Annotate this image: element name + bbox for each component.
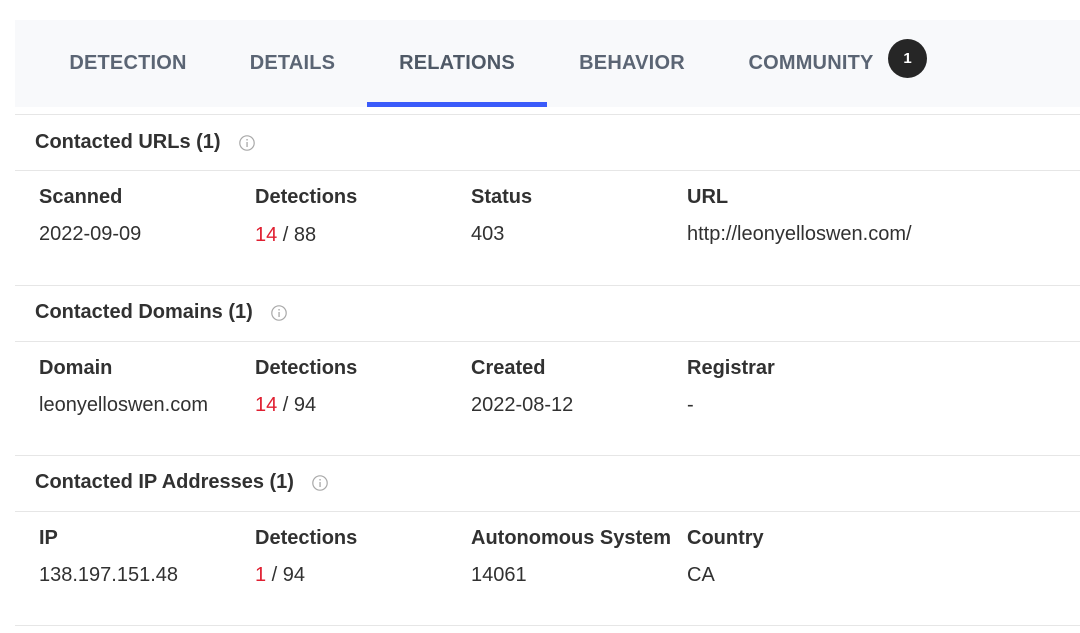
section-title-text: Contacted URLs (1) bbox=[35, 131, 221, 153]
divider bbox=[15, 170, 1080, 171]
info-icon[interactable] bbox=[271, 304, 287, 321]
detections-positive: 14 bbox=[255, 224, 278, 246]
divider bbox=[15, 625, 1080, 626]
country-value: CA bbox=[687, 564, 715, 586]
detections-total: 88 bbox=[293, 224, 317, 246]
info-icon[interactable] bbox=[312, 474, 328, 491]
divider bbox=[15, 455, 1080, 456]
section-title-text: Contacted Domains (1) bbox=[35, 301, 253, 323]
section-title-contacted-ip-addresses: Contacted IP Addresses (1) bbox=[35, 471, 328, 494]
detections-total: 94 bbox=[293, 394, 317, 416]
column-header-registrar: Registrar bbox=[687, 357, 775, 379]
column-header-domain: Domain bbox=[39, 357, 113, 379]
divider bbox=[15, 341, 1080, 342]
detections-positive: 1 bbox=[255, 564, 267, 586]
detections-ratio[interactable]: 14 / 88 bbox=[255, 224, 316, 247]
tab-detection[interactable]: DETECTION bbox=[48, 20, 208, 107]
detections-positive: 14 bbox=[255, 394, 278, 416]
detections-separator: / bbox=[277, 224, 294, 246]
column-header-scanned: Scanned bbox=[39, 186, 123, 208]
column-header-status: Status bbox=[471, 186, 533, 208]
url-link[interactable]: http://leonyelloswen.com/ bbox=[687, 223, 912, 246]
section-title-contacted-domains: Contacted Domains (1) bbox=[35, 301, 287, 324]
column-header-url: URL bbox=[687, 186, 729, 208]
column-header-created: Created bbox=[471, 357, 546, 379]
tab-community[interactable]: COMMUNITY bbox=[731, 20, 891, 107]
column-header-detections: Detections bbox=[255, 186, 358, 208]
created-date: 2022-08-12 bbox=[471, 394, 574, 416]
ip-address-link[interactable]: 138.197.151.48 bbox=[39, 564, 178, 587]
registrar-value: - bbox=[687, 394, 694, 416]
tab-details[interactable]: DETAILS bbox=[230, 20, 355, 107]
column-header-detections: Detections bbox=[255, 357, 358, 379]
detections-ratio[interactable]: 14 / 94 bbox=[255, 394, 316, 417]
status-code: 403 bbox=[471, 223, 505, 245]
divider bbox=[15, 114, 1080, 115]
tab-bar: DETECTION DETAILS RELATIONS BEHAVIOR COM… bbox=[15, 20, 1080, 107]
column-header-autonomous-system: Autonomous System bbox=[471, 527, 672, 549]
detections-ratio[interactable]: 1 / 94 bbox=[255, 564, 305, 587]
tab-relations[interactable]: RELATIONS bbox=[367, 20, 547, 107]
column-header-detections: Detections bbox=[255, 527, 358, 549]
divider bbox=[15, 285, 1080, 286]
detections-total: 94 bbox=[282, 564, 306, 586]
info-icon[interactable] bbox=[238, 134, 255, 151]
autonomous-system-value: 14061 bbox=[471, 564, 527, 586]
detections-separator: / bbox=[266, 564, 283, 586]
detections-separator: / bbox=[277, 394, 294, 416]
tab-behavior[interactable]: BEHAVIOR bbox=[562, 20, 702, 107]
column-header-ip: IP bbox=[39, 527, 58, 549]
section-title-contacted-urls: Contacted URLs (1) bbox=[35, 131, 255, 154]
active-tab-indicator bbox=[367, 102, 547, 107]
domain-link[interactable]: leonyelloswen.com bbox=[39, 394, 208, 417]
scanned-date: 2022-09-09 bbox=[39, 223, 142, 245]
community-count-badge: 1 bbox=[888, 39, 927, 78]
section-title-text: Contacted IP Addresses (1) bbox=[35, 471, 294, 493]
column-header-country: Country bbox=[687, 527, 764, 549]
divider bbox=[15, 511, 1080, 512]
